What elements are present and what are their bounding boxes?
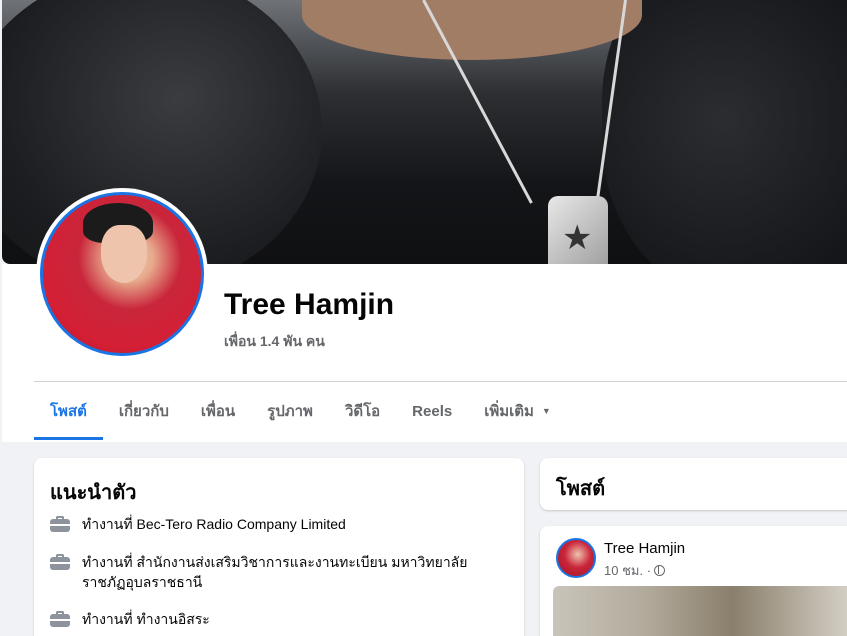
tab-more[interactable]: เพิ่มเติม ▼	[468, 383, 567, 439]
profile-name: Tree Hamjin	[224, 288, 395, 321]
tab-label: เพื่อน	[200, 403, 236, 420]
star-icon: ★	[562, 218, 593, 258]
briefcase-icon	[50, 554, 70, 570]
tab-about[interactable]: เกี่ยวกับ	[103, 383, 185, 439]
intro-item: ทำงานที่ Bec-Tero Radio Company Limited	[50, 514, 482, 534]
tab-videos[interactable]: วิดีโอ	[329, 383, 396, 439]
posts-title: โพสต์	[556, 478, 606, 500]
intro-item: ทำงานที่ สำนักงานส่งเสริมวิชาการและงานทะ…	[50, 552, 482, 592]
tab-friends[interactable]: เพื่อน	[185, 383, 251, 439]
friends-count[interactable]: เพื่อน 1.4 พัน คน	[224, 331, 325, 353]
intro-title: แนะนำตัว	[50, 482, 137, 504]
post-time[interactable]: 10 ชม. ·	[604, 560, 651, 581]
post-author-name[interactable]: Tree Hamjin	[604, 540, 685, 557]
tab-label: Reels	[412, 402, 453, 420]
intro-card: แนะนำตัว ทำงานที่ Bec-Tero Radio Company…	[34, 458, 524, 636]
post-image[interactable]	[553, 586, 847, 636]
profile-tabs: โพสต์ เกี่ยวกับ เพื่อน รูปภาพ วิดีโอ Ree…	[34, 383, 567, 441]
tab-label: รูปภาพ	[267, 403, 313, 420]
cover-shape	[602, 0, 847, 264]
briefcase-icon	[50, 611, 70, 627]
tab-photos[interactable]: รูปภาพ	[251, 383, 329, 439]
intro-item-text[interactable]: ทำงานที่ Bec-Tero Radio Company Limited	[82, 514, 482, 534]
profile-page: ★ Tree Hamjin เพื่อน 1.4 พัน คน โพสต์ เก…	[0, 0, 847, 636]
tab-label: เกี่ยวกับ	[118, 403, 169, 420]
post-author-avatar[interactable]	[556, 538, 596, 578]
profile-avatar[interactable]	[40, 192, 204, 356]
post-card: Tree Hamjin 10 ชม. ·	[540, 526, 847, 636]
tab-label: วิดีโอ	[344, 403, 381, 420]
tab-reels[interactable]: Reels	[396, 383, 468, 439]
intro-item: ทำงานที่ ทำงานอิสระ	[50, 609, 482, 629]
cover-shape	[302, 0, 642, 60]
briefcase-icon	[50, 516, 70, 532]
tab-label: เพิ่มเติม	[484, 403, 534, 420]
intro-item-text[interactable]: ทำงานที่ สำนักงานส่งเสริมวิชาการและงานทะ…	[82, 552, 482, 592]
tab-posts[interactable]: โพสต์	[34, 383, 103, 440]
posts-header-card: โพสต์	[540, 458, 847, 510]
chevron-down-icon: ▼	[541, 406, 551, 416]
intro-item-text[interactable]: ทำงานที่ ทำงานอิสระ	[82, 609, 482, 629]
header-divider	[34, 381, 847, 382]
avatar-shape	[101, 225, 147, 283]
tab-label: โพสต์	[50, 403, 87, 420]
globe-icon	[654, 565, 666, 576]
post-meta: 10 ชม. ·	[604, 560, 666, 581]
